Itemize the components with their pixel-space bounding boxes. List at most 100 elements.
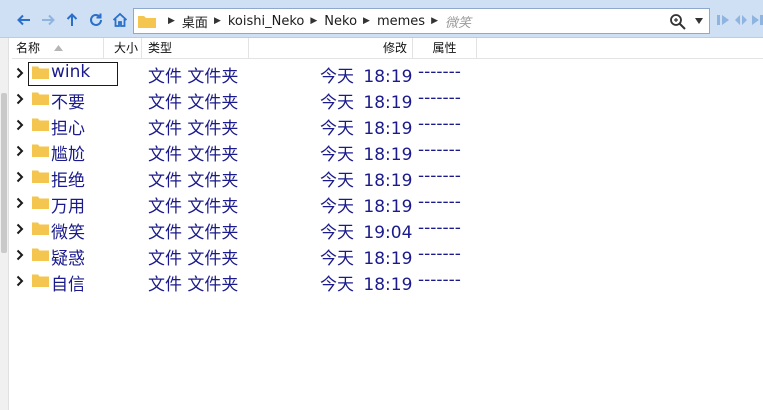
file-type: 文件 文件夹 <box>148 171 239 191</box>
chevron-right-icon: ▶ <box>213 16 221 26</box>
file-name: wink <box>51 62 91 82</box>
forward-button[interactable] <box>38 10 58 30</box>
file-modified: 今天 18:19 <box>320 119 413 139</box>
table-row[interactable]: 尴尬 文件 文件夹 今天 18:19 ------- <box>12 138 763 165</box>
file-type: 文件 文件夹 <box>148 93 239 113</box>
chevron-down-icon[interactable] <box>695 18 703 24</box>
refresh-button[interactable] <box>86 10 106 30</box>
scrollbar-thumb[interactable] <box>1 93 7 253</box>
arrow-left-icon <box>17 14 30 26</box>
column-header-label: 修改 <box>382 41 407 55</box>
address-input[interactable]: 微笑 <box>445 12 471 31</box>
file-modified: 今天 18:19 <box>320 93 413 113</box>
arrow-right-icon <box>42 14 55 26</box>
folder-icon <box>138 16 156 28</box>
chevron-right-icon: ▶ <box>310 16 318 26</box>
file-modified: 今天 18:19 <box>320 249 413 269</box>
chevron-right-icon[interactable] <box>16 223 24 235</box>
file-attributes: ------- <box>418 270 461 290</box>
chevron-right-icon[interactable] <box>16 145 24 157</box>
folder-icon <box>32 196 49 209</box>
file-type: 文件 文件夹 <box>148 197 239 217</box>
file-attributes: ------- <box>418 192 461 212</box>
chevron-right-icon[interactable] <box>16 249 24 261</box>
file-type: 文件 文件夹 <box>148 145 239 165</box>
table-row[interactable]: 不要 文件 文件夹 今天 18:19 ------- <box>12 86 763 113</box>
file-type: 文件 文件夹 <box>148 67 239 87</box>
chevron-right-icon: ▶ <box>168 16 175 26</box>
sort-up-icon <box>54 45 63 51</box>
column-header-label: 类型 <box>148 41 173 55</box>
column-header-modified[interactable]: 修改 <box>249 38 413 59</box>
folder-icon <box>32 92 49 105</box>
back-button[interactable] <box>14 10 34 30</box>
folder-icon <box>32 274 49 287</box>
arrow-up-icon <box>66 13 78 26</box>
column-header-attributes[interactable]: 属性 <box>413 38 477 59</box>
breadcrumb-item[interactable]: memes <box>377 14 425 29</box>
breadcrumb-item[interactable]: koishi_Neko <box>228 14 305 29</box>
up-button[interactable] <box>62 10 82 30</box>
chevron-right-icon: ▶ <box>431 16 438 26</box>
file-name: 自信 <box>51 275 85 295</box>
table-row[interactable]: 拒绝 文件 文件夹 今天 18:19 ------- <box>12 164 763 191</box>
table-row[interactable]: 万用 文件 文件夹 今天 18:19 ------- <box>12 190 763 217</box>
file-modified: 今天 18:19 <box>320 145 413 165</box>
left-scrollbar[interactable] <box>0 38 9 410</box>
folder-icon <box>32 248 49 261</box>
chevron-right-icon[interactable] <box>16 275 24 287</box>
file-modified: 今天 18:19 <box>320 171 413 191</box>
file-name: 不要 <box>51 93 85 113</box>
address-bar[interactable]: ▶ 桌面 ▶ koishi_Neko ▶ Neko ▶ memes ▶ 微笑 <box>133 8 710 34</box>
folder-icon <box>32 144 49 157</box>
file-attributes: ------- <box>418 114 461 134</box>
file-name: 拒绝 <box>51 171 85 191</box>
column-header-size[interactable]: 大小 <box>104 38 142 59</box>
search-icon[interactable] <box>669 13 687 31</box>
column-header-label: 属性 <box>432 41 457 55</box>
skip-icon[interactable] <box>751 13 763 27</box>
file-attributes: ------- <box>418 218 461 238</box>
chevron-right-icon[interactable] <box>16 93 24 105</box>
table-row[interactable]: 自信 文件 文件夹 今天 18:19 ------- <box>12 268 763 295</box>
file-modified: 今天 18:19 <box>320 275 413 295</box>
chevron-right-icon[interactable] <box>16 67 24 79</box>
file-type: 文件 文件夹 <box>148 223 239 243</box>
breadcrumb-item[interactable]: 桌面 <box>182 12 208 31</box>
breadcrumb-item[interactable]: Neko <box>324 14 357 29</box>
home-icon <box>112 12 128 27</box>
chevron-right-icon[interactable] <box>16 171 24 183</box>
folder-icon <box>32 170 49 183</box>
file-name: 微笑 <box>51 223 85 243</box>
file-name: 万用 <box>51 197 85 217</box>
chevron-right-icon: ▶ <box>363 16 370 26</box>
column-header-label: 大小 <box>113 41 138 55</box>
file-attributes: ------- <box>418 140 461 160</box>
chevron-right-icon[interactable] <box>16 119 24 131</box>
home-button[interactable] <box>110 10 130 30</box>
folder-icon <box>32 118 49 131</box>
play-icon[interactable] <box>716 13 730 27</box>
column-header-name[interactable]: 名称 <box>12 38 104 59</box>
table-row[interactable]: 疑惑 文件 文件夹 今天 18:19 ------- <box>12 242 763 269</box>
file-modified: 今天 19:04 <box>320 223 413 243</box>
folder-icon <box>32 66 49 79</box>
toolbar: ▶ 桌面 ▶ koishi_Neko ▶ Neko ▶ memes ▶ 微笑 <box>0 0 763 38</box>
file-attributes: ------- <box>418 244 461 264</box>
column-header-row: 名称 大小 类型 修改 属性 <box>12 38 763 59</box>
file-attributes: ------- <box>418 88 461 108</box>
file-type: 文件 文件夹 <box>148 249 239 269</box>
chevron-right-icon[interactable] <box>16 197 24 209</box>
file-attributes: ------- <box>418 62 461 82</box>
file-list: wink 文件 文件夹 今天 18:19 ------- 不要 文件 文件夹 今… <box>12 60 763 295</box>
split-arrows-icon[interactable] <box>734 13 748 27</box>
file-name: 担心 <box>51 119 85 139</box>
column-header-type[interactable]: 类型 <box>142 38 249 59</box>
refresh-icon <box>90 13 102 26</box>
table-row[interactable]: wink 文件 文件夹 今天 18:19 ------- <box>12 60 763 87</box>
table-row[interactable]: 担心 文件 文件夹 今天 18:19 ------- <box>12 112 763 139</box>
file-name: 尴尬 <box>51 145 85 165</box>
table-row[interactable]: 微笑 文件 文件夹 今天 19:04 ------- <box>12 216 763 243</box>
file-type: 文件 文件夹 <box>148 119 239 139</box>
file-modified: 今天 18:19 <box>320 197 413 217</box>
